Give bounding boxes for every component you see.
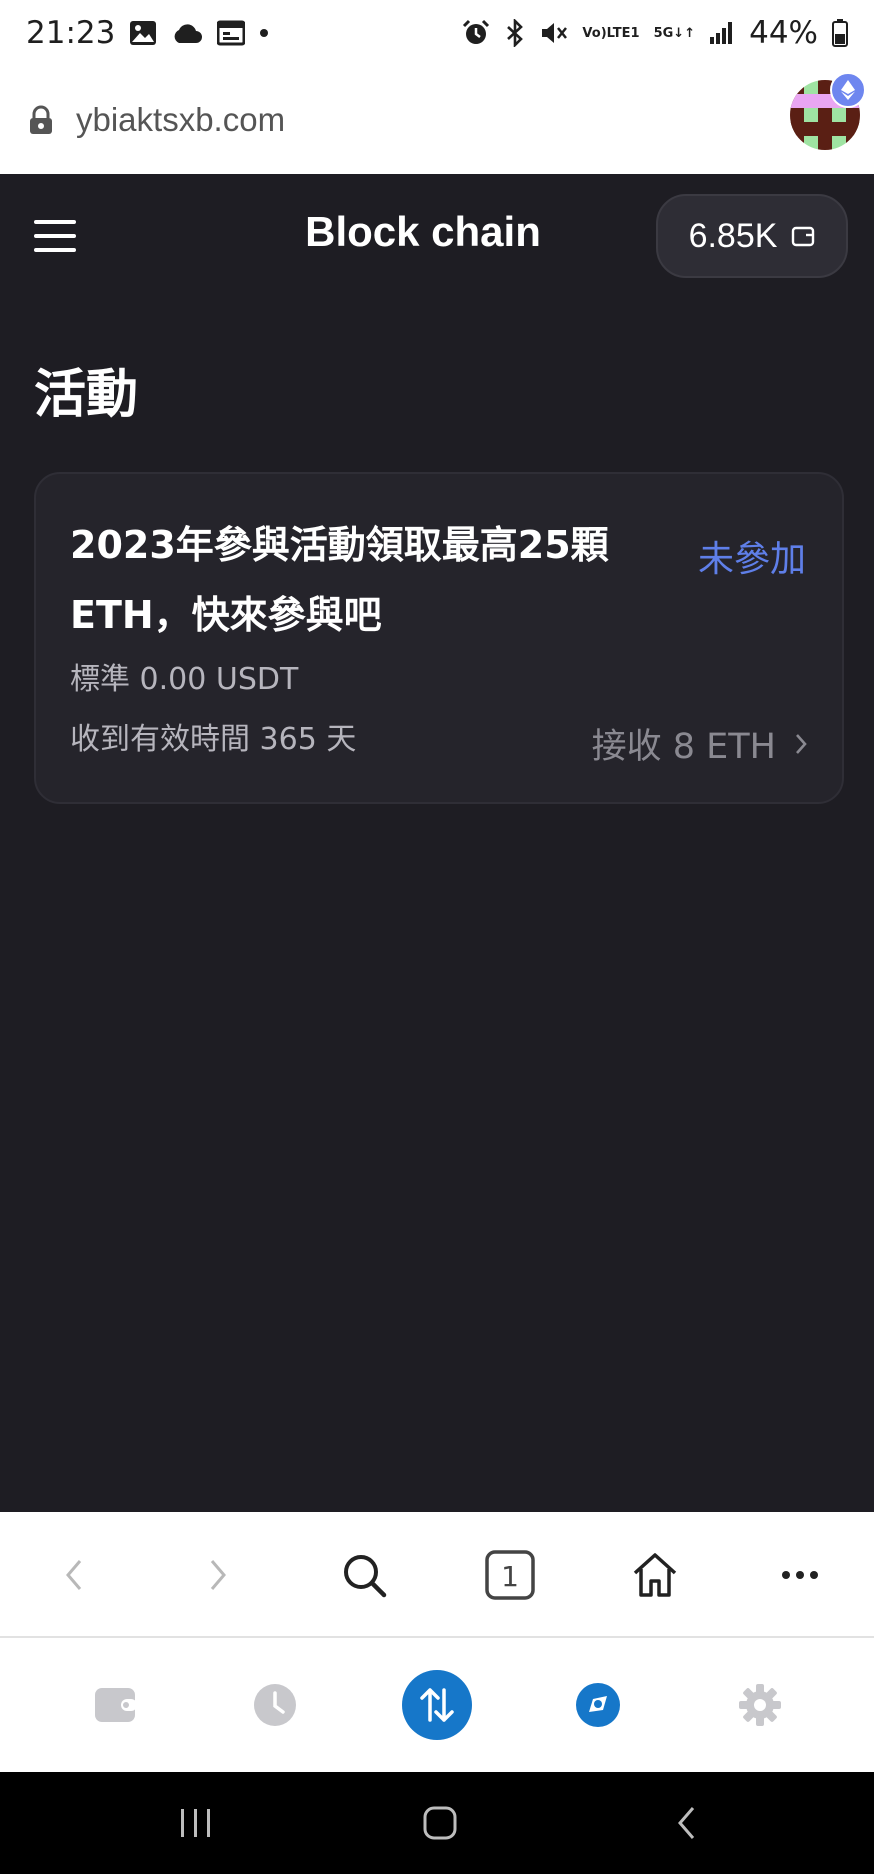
status-bar: 21:23 Vo) LTE1 5G ↓↑ 44% bbox=[0, 0, 874, 66]
gallery-icon bbox=[129, 20, 157, 46]
campaign-validity: 收到有效時間 365 天 bbox=[70, 722, 357, 757]
more-options-button[interactable] bbox=[760, 1512, 840, 1638]
forward-button[interactable] bbox=[178, 1512, 258, 1638]
ethereum-badge-icon bbox=[830, 72, 866, 108]
browser-url-bar[interactable]: ybiaktsxb.com bbox=[0, 66, 874, 174]
home-icon bbox=[633, 1553, 677, 1597]
wallet-balance-value: 6.85K bbox=[688, 216, 778, 255]
system-home-button[interactable] bbox=[400, 1772, 480, 1874]
nav-swap[interactable] bbox=[392, 1638, 482, 1772]
notification-dot-icon bbox=[259, 28, 269, 38]
chevron-right-icon bbox=[210, 1560, 226, 1590]
battery-icon bbox=[832, 19, 848, 47]
chevron-left-icon bbox=[66, 1560, 82, 1590]
discover-compass-icon bbox=[576, 1683, 620, 1727]
volte-bottom: LTE1 bbox=[606, 25, 640, 41]
volte-top: Vo) bbox=[582, 25, 607, 41]
network-5g-bottom: ↓↑ bbox=[673, 25, 696, 41]
history-clock-icon bbox=[254, 1684, 296, 1726]
receive-eth-label: 接收 8 ETH bbox=[591, 727, 776, 767]
tabs-button[interactable]: 1 bbox=[470, 1512, 550, 1638]
settings-gear-icon bbox=[739, 1684, 781, 1726]
chevron-right-icon bbox=[794, 732, 808, 756]
swap-arrows-icon bbox=[402, 1670, 472, 1740]
calendar-icon bbox=[217, 20, 246, 46]
wallet-balance-button[interactable]: 6.85K bbox=[656, 194, 848, 278]
url-text[interactable]: ybiaktsxb.com bbox=[76, 101, 285, 139]
campaign-status[interactable]: 未參加 bbox=[698, 530, 806, 582]
cloud-icon bbox=[171, 22, 203, 44]
app-header: Block chain 6.85K bbox=[0, 174, 874, 300]
tabs-icon: 1 bbox=[485, 1550, 535, 1600]
network-5g-top: 5G bbox=[653, 25, 674, 41]
receive-eth-link[interactable]: 接收 8 ETH bbox=[592, 718, 808, 769]
bluetooth-icon bbox=[504, 19, 526, 47]
nav-wallet[interactable] bbox=[70, 1638, 160, 1772]
back-chevron-icon bbox=[678, 1807, 695, 1839]
lock-icon bbox=[28, 105, 54, 135]
tab-count: 1 bbox=[501, 1560, 519, 1593]
system-back-button[interactable] bbox=[646, 1772, 726, 1874]
search-button[interactable] bbox=[324, 1512, 404, 1638]
battery-percent: 44% bbox=[749, 15, 818, 51]
alarm-icon bbox=[462, 19, 490, 47]
back-button[interactable] bbox=[34, 1512, 114, 1638]
campaign-card[interactable]: 2023年參與活動領取最高25顆ETH，快來參與吧 未參加 標準 0.00 US… bbox=[34, 472, 844, 804]
home-square-icon bbox=[423, 1806, 457, 1840]
network-5g-indicator: 5G ↓↑ bbox=[654, 27, 696, 40]
home-button[interactable] bbox=[615, 1512, 695, 1638]
wallet-icon bbox=[791, 225, 815, 247]
nav-discover[interactable] bbox=[553, 1638, 643, 1772]
app-bottom-nav bbox=[0, 1638, 874, 1772]
nav-settings[interactable] bbox=[715, 1638, 805, 1772]
volte-indicator: Vo) LTE1 bbox=[582, 27, 639, 40]
wallet-icon bbox=[95, 1688, 137, 1722]
browser-toolbar: 1 bbox=[0, 1512, 874, 1638]
nav-history[interactable] bbox=[230, 1638, 320, 1772]
recent-apps-button[interactable] bbox=[156, 1772, 236, 1874]
signal-icon bbox=[709, 21, 735, 45]
system-nav-bar bbox=[0, 1772, 874, 1874]
more-dots-icon bbox=[782, 1571, 818, 1579]
campaign-title: 2023年參與活動領取最高25顆ETH，快來參與吧 bbox=[70, 523, 609, 637]
search-icon bbox=[344, 1555, 387, 1598]
recent-apps-icon bbox=[181, 1809, 210, 1837]
mute-icon bbox=[540, 20, 568, 46]
status-time: 21:23 bbox=[26, 15, 116, 51]
section-heading: 活動 bbox=[34, 365, 139, 425]
campaign-standard: 標準 0.00 USDT bbox=[70, 662, 299, 697]
